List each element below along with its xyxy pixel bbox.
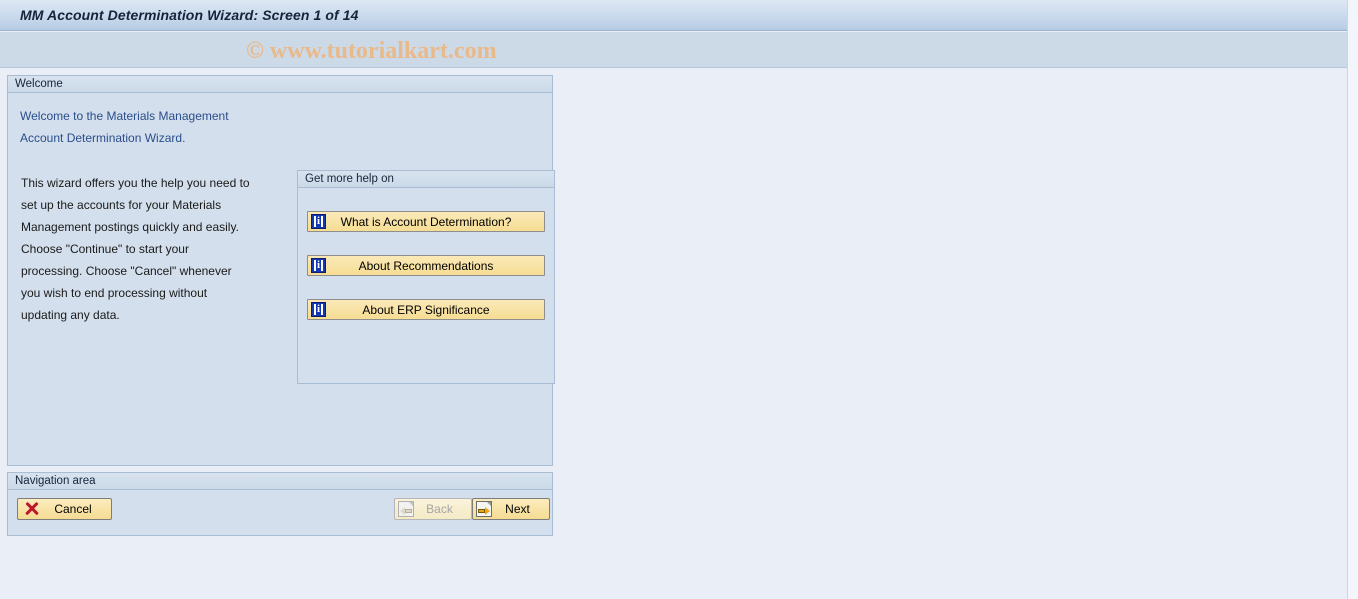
help-button-label: About Recommendations <box>358 258 494 273</box>
help-button-about-erp-significance[interactable]: i About ERP Significance <box>307 299 545 320</box>
info-icon: i <box>311 258 326 273</box>
page-title: MM Account Determination Wizard: Screen … <box>20 7 359 23</box>
window-right-edge <box>1347 0 1358 599</box>
watermark-text: © www.tutorialkart.com <box>246 38 497 64</box>
info-icon: i <box>311 302 326 317</box>
welcome-panel-header: Welcome <box>8 76 552 93</box>
next-button[interactable]: Next <box>472 498 550 520</box>
arrow-right-page-icon <box>476 501 492 517</box>
back-button-label: Back <box>426 502 453 516</box>
help-button-label: About ERP Significance <box>362 302 490 317</box>
welcome-body-text: This wizard offers you the help you need… <box>21 172 253 326</box>
welcome-heading-line-2: Account Determination Wizard. <box>20 131 186 145</box>
toolbar-band <box>0 32 1347 68</box>
help-button-label: What is Account Determination? <box>340 214 512 229</box>
welcome-heading-line-1: Welcome to the Materials Management <box>20 109 229 123</box>
welcome-paragraph-1: This wizard offers you the help you need… <box>21 176 250 234</box>
content-area: Welcome Welcome to the Materials Managem… <box>0 69 1347 599</box>
arrow-left-page-icon <box>398 501 414 517</box>
help-panel: Get more help on i What is Account Deter… <box>297 170 555 384</box>
close-x-icon <box>23 501 41 517</box>
help-panel-header: Get more help on <box>298 171 554 188</box>
cancel-button[interactable]: Cancel <box>17 498 112 520</box>
navigation-area-header: Navigation area <box>8 473 552 490</box>
help-button-about-recommendations[interactable]: i About Recommendations <box>307 255 545 276</box>
navigation-area-panel: Navigation area Cancel Back Next <box>7 472 553 536</box>
cancel-button-label: Cancel <box>54 502 92 516</box>
next-button-label: Next <box>505 502 530 516</box>
welcome-paragraph-2: Choose "Continue" to start your processi… <box>21 242 232 322</box>
window-title-bar: MM Account Determination Wizard: Screen … <box>0 0 1347 31</box>
info-icon: i <box>311 214 326 229</box>
back-button[interactable]: Back <box>394 498 472 520</box>
help-button-what-is-account-determination[interactable]: i What is Account Determination? <box>307 211 545 232</box>
welcome-panel: Welcome Welcome to the Materials Managem… <box>7 75 555 466</box>
